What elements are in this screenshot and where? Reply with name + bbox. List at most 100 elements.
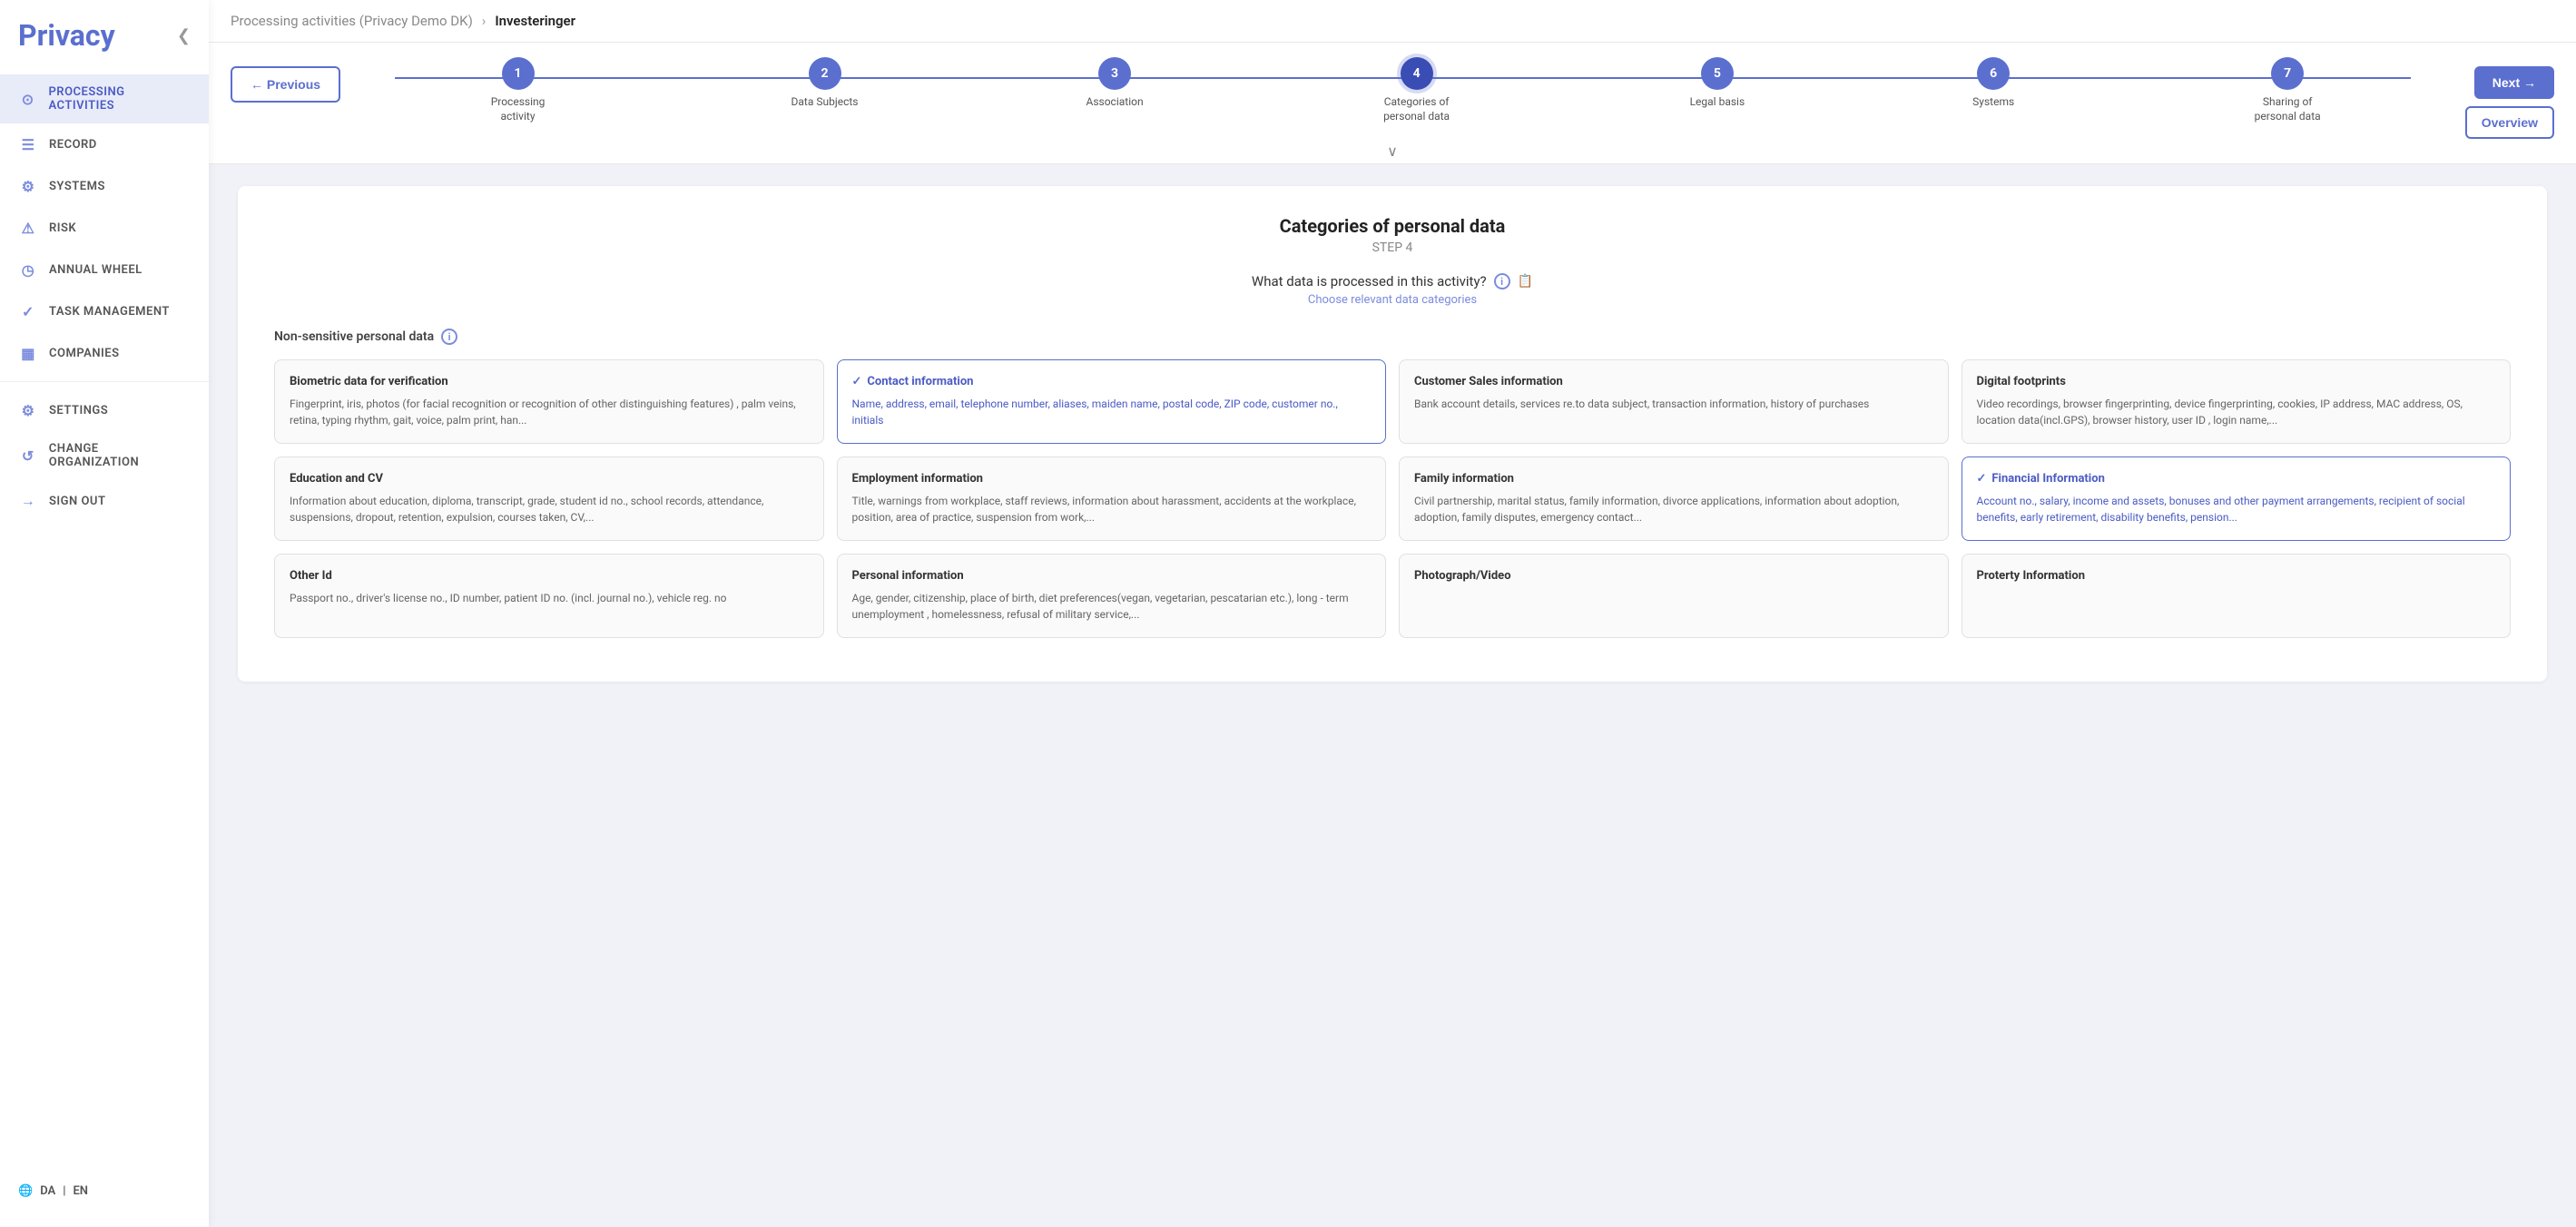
step-circle-2: 2	[809, 57, 841, 90]
data-card-digital-footprints-title: Digital footprints	[1977, 375, 2496, 388]
contact-check-icon: ✓	[852, 375, 862, 388]
content-title: Categories of personal data	[274, 215, 2511, 237]
content-area: Categories of personal data STEP 4 What …	[209, 164, 2576, 1227]
stepper-area: ← Previous 1 Processing activity 2 Data …	[209, 43, 2576, 164]
content-step: STEP 4	[274, 240, 2511, 255]
data-card-contact-title: ✓ Contact information	[852, 375, 1372, 388]
stepper-step-4[interactable]: 4 Categories of personal data	[1372, 57, 1462, 123]
sidebar-item-sign-out-label: Sign Out	[49, 495, 105, 508]
stepper-steps: 1 Processing activity 2 Data Subjects 3 …	[340, 57, 2465, 123]
data-card-education-cv[interactable]: Education and CV Information about educa…	[274, 456, 824, 541]
companies-icon: ▦	[18, 343, 38, 363]
clipboard-icon[interactable]: 📋	[1518, 274, 1533, 289]
data-card-other-id[interactable]: Other Id Passport no., driver's license …	[274, 554, 824, 638]
risk-icon: ⚠	[18, 218, 38, 238]
data-card-education-cv-title: Education and CV	[290, 472, 809, 486]
breadcrumb-arrow: ›	[482, 13, 487, 29]
sidebar-item-settings-label: Settings	[49, 404, 108, 417]
stepper-step-6[interactable]: 6 Systems	[1972, 57, 2014, 110]
globe-icon: 🌐	[18, 1184, 33, 1198]
lang-separator: |	[63, 1184, 65, 1198]
step-label-6: Systems	[1972, 95, 2014, 110]
data-card-financial[interactable]: ✓ Financial Information Account no., sal…	[1961, 456, 2512, 541]
content-subtitle: Choose relevant data categories	[274, 293, 2511, 307]
next-button[interactable]: Next →	[2474, 66, 2554, 99]
stepper-step-5[interactable]: 5 Legal basis	[1690, 57, 1745, 110]
question-info-icon[interactable]: i	[1494, 273, 1510, 290]
data-card-contact-desc: Name, address, email, telephone number, …	[852, 396, 1372, 428]
data-card-family[interactable]: Family information Civil partnership, ma…	[1399, 456, 1949, 541]
data-card-personal-info[interactable]: Personal information Age, gender, citize…	[837, 554, 1387, 638]
lang-en[interactable]: EN	[73, 1184, 88, 1198]
sidebar-item-task-management[interactable]: ✓ Task Management	[0, 290, 209, 332]
step-label-7: Sharing of personal data	[2242, 95, 2333, 123]
data-card-property[interactable]: Proterty Information	[1961, 554, 2512, 638]
data-card-digital-footprints-desc: Video recordings, browser fingerprinting…	[1977, 396, 2496, 428]
sidebar-collapse-button[interactable]: ❮	[177, 26, 191, 45]
step-circle-6: 6	[1977, 57, 2010, 90]
data-card-photograph-video[interactable]: Photograph/Video	[1399, 554, 1949, 638]
stepper-right-buttons: Next → Overview	[2465, 57, 2554, 139]
breadcrumb-parent[interactable]: Processing activities (Privacy Demo DK)	[231, 13, 473, 29]
sidebar-item-companies-label: Companies	[49, 347, 120, 360]
sidebar-item-record-label: Record	[49, 138, 97, 152]
app-title: Privacy	[18, 18, 115, 53]
sidebar-item-sign-out[interactable]: → Sign Out	[0, 480, 209, 522]
record-icon: ☰	[18, 134, 38, 154]
stepper-collapse-chevron[interactable]: ∨	[231, 139, 2554, 163]
stepper-step-3[interactable]: 3 Association	[1086, 57, 1143, 110]
sidebar-logo: Privacy ❮	[0, 18, 209, 74]
sidebar-item-change-org-label: Change Organization	[49, 442, 191, 469]
sidebar-item-companies[interactable]: ▦ Companies	[0, 332, 209, 374]
data-card-photograph-video-title: Photograph/Video	[1414, 569, 1933, 583]
sidebar-nav: ⊙ Processing Activities ☰ Record ⚙ Syste…	[0, 74, 209, 1173]
sidebar-item-change-organization[interactable]: ↺ Change Organization	[0, 431, 209, 480]
lang-da[interactable]: DA	[40, 1184, 55, 1198]
sidebar-item-processing-activities[interactable]: ⊙ Processing Activities	[0, 74, 209, 123]
step-label-5: Legal basis	[1690, 95, 1745, 110]
systems-icon: ⚙	[18, 176, 38, 196]
data-card-personal-info-title: Personal information	[852, 569, 1372, 583]
sidebar-item-systems-label: Systems	[49, 180, 105, 193]
data-card-employment-desc: Title, warnings from workplace, staff re…	[852, 493, 1372, 525]
data-card-education-cv-desc: Information about education, diploma, tr…	[290, 493, 809, 525]
data-category-grid: Biometric data for verification Fingerpr…	[274, 359, 2511, 638]
step-label-4: Categories of personal data	[1372, 95, 1462, 123]
data-card-employment[interactable]: Employment information Title, warnings f…	[837, 456, 1387, 541]
step-circle-5: 5	[1701, 57, 1734, 90]
data-card-property-title: Proterty Information	[1977, 569, 2496, 583]
data-card-financial-title: ✓ Financial Information	[1977, 472, 2496, 486]
data-card-family-desc: Civil partnership, marital status, famil…	[1414, 493, 1933, 525]
data-card-family-title: Family information	[1414, 472, 1933, 486]
data-card-customer-sales-desc: Bank account details, services re.to dat…	[1414, 396, 1933, 412]
sidebar-divider	[0, 381, 209, 382]
step-label-1: Processing activity	[473, 95, 564, 123]
sidebar-item-risk[interactable]: ⚠ Risk	[0, 207, 209, 249]
sidebar-item-processing-activities-label: Processing Activities	[48, 85, 191, 113]
data-card-financial-desc: Account no., salary, income and assets, …	[1977, 493, 2496, 525]
change-org-icon: ↺	[18, 446, 38, 466]
data-card-employment-title: Employment information	[852, 472, 1372, 486]
stepper-step-7[interactable]: 7 Sharing of personal data	[2242, 57, 2333, 123]
data-card-other-id-title: Other Id	[290, 569, 809, 583]
settings-icon: ⚙	[18, 400, 38, 420]
data-card-digital-footprints[interactable]: Digital footprints Video recordings, bro…	[1961, 359, 2512, 444]
data-card-customer-sales[interactable]: Customer Sales information Bank account …	[1399, 359, 1949, 444]
stepper-step-1[interactable]: 1 Processing activity	[473, 57, 564, 123]
section-info-icon[interactable]: i	[441, 329, 457, 345]
sidebar: Privacy ❮ ⊙ Processing Activities ☰ Reco…	[0, 0, 209, 1227]
previous-button[interactable]: ← Previous	[231, 66, 340, 103]
stepper-step-2[interactable]: 2 Data Subjects	[791, 57, 859, 110]
data-card-biometric[interactable]: Biometric data for verification Fingerpr…	[274, 359, 824, 444]
stepper-nav: ← Previous 1 Processing activity 2 Data …	[231, 57, 2554, 139]
step-circle-3: 3	[1098, 57, 1131, 90]
sidebar-item-settings[interactable]: ⚙ Settings	[0, 389, 209, 431]
step-circle-4: 4	[1401, 57, 1433, 90]
step-label-2: Data Subjects	[791, 95, 859, 110]
sidebar-item-systems[interactable]: ⚙ Systems	[0, 165, 209, 207]
overview-button[interactable]: Overview	[2465, 106, 2554, 139]
data-card-contact[interactable]: ✓ Contact information Name, address, ema…	[837, 359, 1387, 444]
financial-check-icon: ✓	[1977, 472, 1987, 486]
sidebar-item-annual-wheel[interactable]: ◷ Annual Wheel	[0, 249, 209, 290]
sidebar-item-record[interactable]: ☰ Record	[0, 123, 209, 165]
